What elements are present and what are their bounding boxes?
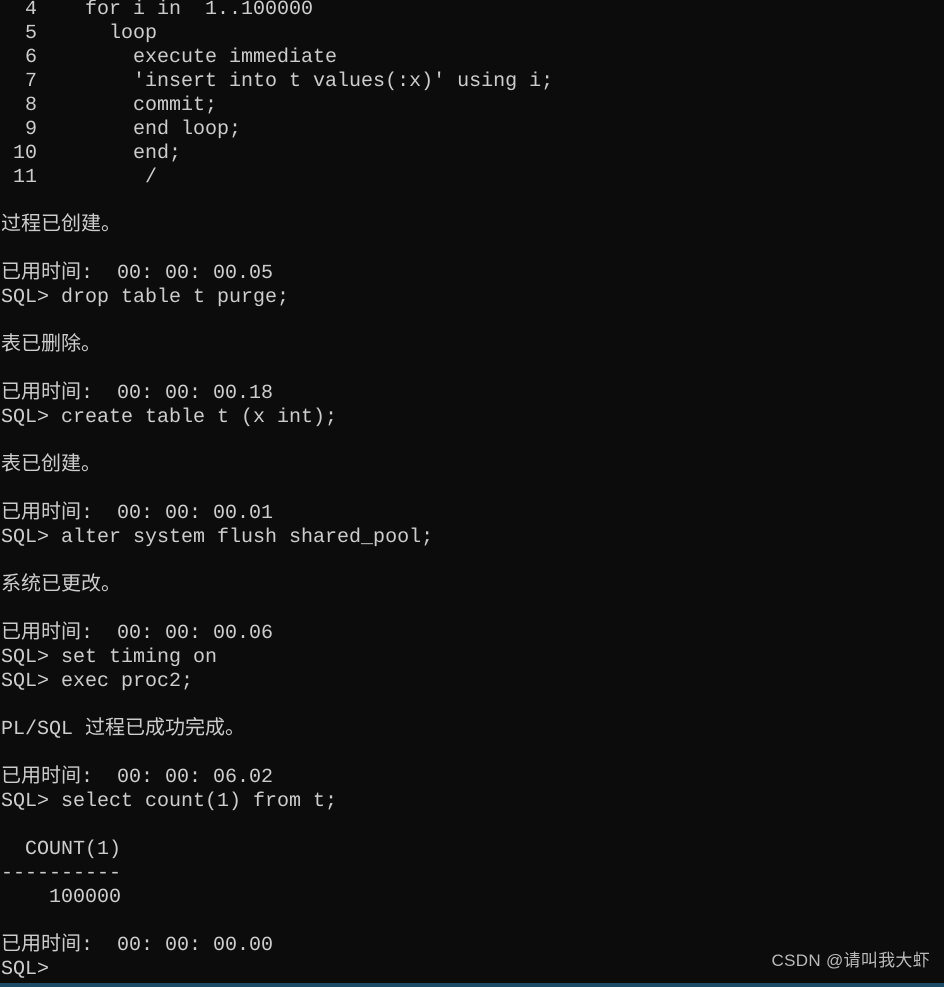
csdn-watermark: CSDN @请叫我大虾 bbox=[771, 951, 930, 970]
terminal-line: 已用时间: 00: 00: 00.18 bbox=[1, 382, 274, 405]
terminal-line: 5 loop bbox=[1, 22, 158, 45]
terminal-line: COUNT(1) bbox=[1, 838, 122, 861]
terminal-line: 100000 bbox=[1, 886, 122, 909]
terminal-line: 已用时间: 00: 00: 00.01 bbox=[1, 502, 274, 525]
terminal-line: 10 end; bbox=[1, 142, 182, 165]
terminal-output[interactable]: 4 for i in 1..100000 5 loop 6 execute im… bbox=[0, 0, 944, 984]
terminal-line: SQL> alter system flush shared_pool; bbox=[1, 526, 434, 549]
terminal-line: 过程已创建。 bbox=[1, 214, 121, 237]
terminal-line: SQL> drop table t purge; bbox=[1, 286, 290, 309]
terminal-line: 已用时间: 00: 00: 00.05 bbox=[1, 262, 274, 285]
terminal-line: SQL> select count(1) from t; bbox=[1, 790, 338, 813]
terminal-line: PL/SQL 过程已成功完成。 bbox=[1, 718, 246, 741]
terminal-line: ---------- bbox=[1, 862, 122, 885]
terminal-line: 表已删除。 bbox=[1, 334, 101, 357]
terminal-line: 11 / bbox=[1, 166, 158, 189]
terminal-line: SQL> set timing on bbox=[1, 646, 218, 669]
bottom-accent-bar bbox=[0, 983, 944, 987]
terminal-line: 表已创建。 bbox=[1, 454, 101, 477]
terminal-line: 9 end loop; bbox=[1, 118, 242, 141]
terminal-line: 系统已更改。 bbox=[1, 574, 121, 597]
terminal-line: 6 execute immediate bbox=[1, 46, 338, 69]
terminal-line: 4 for i in 1..100000 bbox=[1, 0, 314, 21]
terminal-line: 已用时间: 00: 00: 00.06 bbox=[1, 622, 274, 645]
terminal-line: 已用时间: 00: 00: 06.02 bbox=[1, 766, 274, 789]
terminal-line: 7 'insert into t values(:x)' using i; bbox=[1, 70, 554, 93]
terminal-line: SQL> exec proc2; bbox=[1, 670, 194, 693]
terminal-line: 8 commit; bbox=[1, 94, 218, 117]
terminal-line: SQL> create table t (x int); bbox=[1, 406, 338, 429]
